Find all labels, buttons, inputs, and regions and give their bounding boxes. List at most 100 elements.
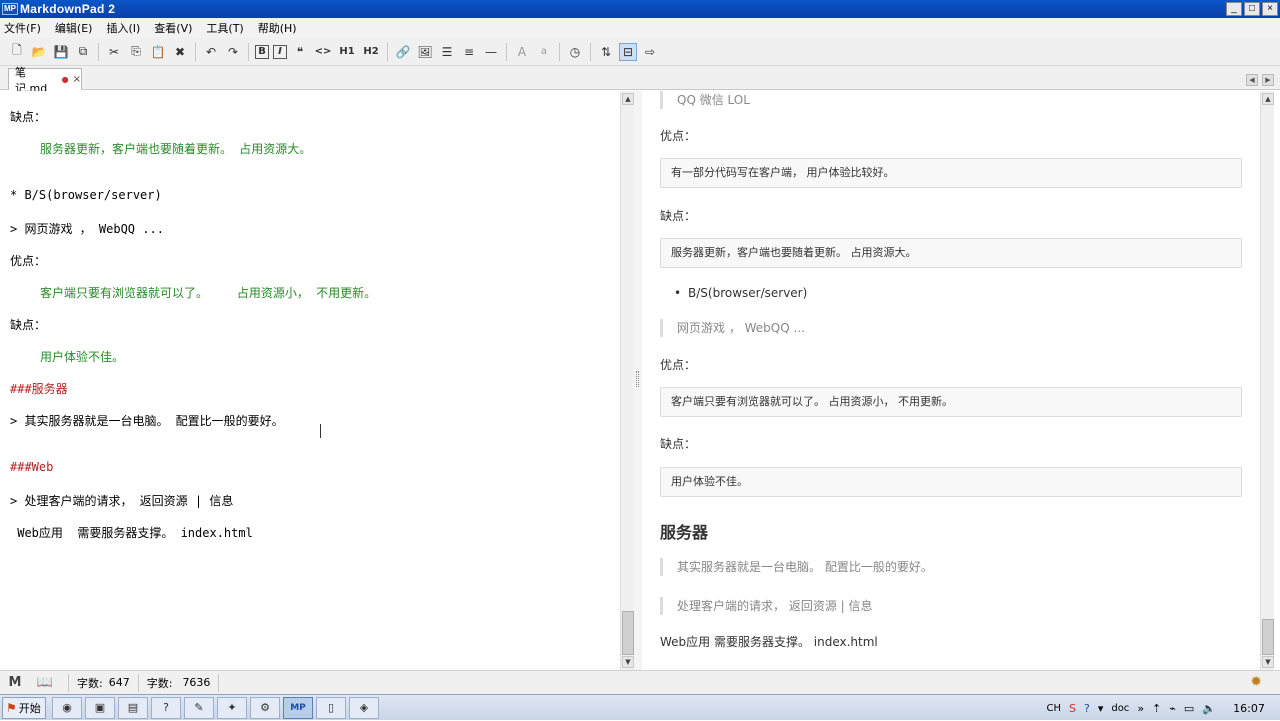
bold-button[interactable]: B [255, 44, 269, 59]
windows-flag-icon: ⚑ [6, 700, 17, 715]
word-count-label: 字数: [77, 676, 103, 690]
editor-scrollbar[interactable]: ▲ ▼ [620, 91, 634, 670]
link-icon[interactable]: 🔗 [394, 43, 412, 61]
taskbar-tool-icon[interactable]: ✦ [217, 696, 247, 719]
editor-line: > 其实服务器就是一台电脑。 配置比一般的要好。 [10, 414, 284, 428]
taskbar-notes-icon[interactable]: ✎ [184, 696, 214, 719]
horizontal-rule-icon[interactable]: — [482, 43, 500, 61]
pane-splitter[interactable] [634, 91, 642, 670]
copy-icon[interactable]: ⎘ [127, 43, 145, 61]
tray-menu-icon[interactable]: ▾ [1098, 702, 1104, 715]
bullet-list-icon[interactable]: ☰ [438, 43, 456, 61]
markdown-icon[interactable]: M [0, 675, 30, 690]
split-view-icon[interactable]: ⊟ [619, 42, 637, 61]
numbered-list-icon[interactable]: ≡ [460, 43, 478, 61]
code-button[interactable]: <> [313, 43, 333, 61]
tray-network-icon[interactable]: ⇡ [1152, 702, 1161, 715]
paste-icon[interactable]: 📋 [149, 43, 167, 61]
markdown-editor[interactable]: 缺点： 服务器更新，客户端也要随着更新。 占用资源大。 * B/S(browse… [0, 91, 620, 670]
menu-insert[interactable]: 插入(I) [106, 20, 140, 36]
delete-icon[interactable]: ✖ [171, 43, 189, 61]
toolbar-divider [195, 42, 196, 61]
arrows-icon[interactable]: ⇅ [597, 43, 615, 61]
tab-close-icon[interactable]: × [73, 74, 81, 85]
timestamp-icon[interactable]: ◷ [566, 43, 584, 61]
tab-prev-icon[interactable]: ◀ [1246, 74, 1258, 86]
scroll-up-icon[interactable]: ▲ [622, 93, 634, 105]
editor-line: 缺点： [10, 318, 47, 332]
scroll-down-icon[interactable]: ▼ [622, 656, 634, 668]
taskbar-help-icon[interactable]: ? [151, 696, 181, 719]
tray-help-icon[interactable]: ? [1084, 702, 1090, 715]
menu-edit[interactable]: 编辑(E) [55, 20, 93, 36]
scroll-thumb[interactable] [1262, 619, 1274, 655]
start-button[interactable]: ⚑ 开始 [2, 696, 46, 719]
tray-language[interactable]: CH [1046, 703, 1061, 714]
italic-button[interactable]: I [273, 44, 287, 59]
redo-icon[interactable]: ↷ [224, 43, 242, 61]
scroll-down-icon[interactable]: ▼ [1262, 656, 1274, 668]
word-count: 647 [108, 676, 130, 689]
preview-scrollbar[interactable]: ▲ ▼ [1260, 91, 1274, 670]
tray-display-icon[interactable]: ▭ [1184, 702, 1194, 715]
status-divider [218, 673, 220, 692]
taskbar-misc-icon[interactable]: ◈ [349, 696, 379, 719]
menu-tools[interactable]: 工具(T) [206, 20, 243, 36]
maximize-button[interactable]: □ [1244, 2, 1260, 16]
scroll-up-icon[interactable]: ▲ [1262, 93, 1274, 105]
image-icon[interactable]: 🖼 [416, 43, 434, 61]
editor-line: Web应用 需要服务器支撑。 index.html [10, 526, 253, 540]
tray-input-method-icon[interactable]: S [1069, 702, 1076, 715]
preview-text: 优点： [660, 129, 697, 143]
tray-usb-icon[interactable]: ⌁ [1169, 702, 1176, 715]
menu-view[interactable]: 查看(V) [154, 20, 192, 36]
toolbar-divider [590, 42, 591, 61]
tab-note-md[interactable]: 笔记.md ● × [8, 66, 82, 95]
title-bar: MP MarkdownPad 2 _ □ × [0, 0, 1280, 18]
editor-line: > 网页游戏 ， WebQQ ... [10, 222, 164, 236]
h2-button[interactable]: H2 [361, 43, 381, 61]
taskbar-chrome-icon[interactable]: ◉ [52, 696, 82, 719]
preview-code-block: 客户端只要有浏览器就可以了。 占用资源小， 不用更新。 [660, 387, 1242, 417]
preview-quote: QQ 微信 LOL [660, 91, 750, 109]
font-smaller-button[interactable]: a [535, 43, 553, 61]
font-bigger-button[interactable]: A [513, 43, 531, 61]
menu-bar: 文件(F) 编辑(E) 插入(I) 查看(V) 工具(T) 帮助(H) [0, 18, 1280, 38]
close-button[interactable]: × [1262, 2, 1278, 16]
editor-line: 服务器更新，客户端也要随着更新。 占用资源大。 [40, 142, 312, 156]
book-icon[interactable]: 📖 [30, 675, 60, 690]
tray-clock[interactable]: 16:07 [1224, 702, 1274, 715]
tray-expand-icon[interactable]: » [1137, 702, 1144, 715]
tray-doc[interactable]: doc [1111, 703, 1129, 714]
undo-icon[interactable]: ↶ [202, 43, 220, 61]
save-all-icon[interactable]: ⧉ [74, 43, 92, 61]
quote-button[interactable]: ❝ [291, 43, 309, 61]
new-file-icon[interactable]: 🗋 [8, 43, 26, 61]
preview-quote: 网页游戏 ， WebQQ ... [660, 319, 805, 337]
taskbar-settings-icon[interactable]: ⚙ [250, 696, 280, 719]
export-icon[interactable]: ⇨ [641, 43, 659, 61]
taskbar-document-icon[interactable]: ▯ [316, 696, 346, 719]
preview-code-block: 有一部分代码写在客户端， 用户体验比较好。 [660, 158, 1242, 188]
editor-line: 优点： [10, 254, 47, 268]
open-folder-icon[interactable]: 📂 [30, 43, 48, 61]
menu-help[interactable]: 帮助(H) [258, 20, 297, 36]
preview-quote: 处理客户端的请求， 返回资源 | 信息 [660, 597, 873, 615]
taskbar-markdownpad-icon[interactable]: MP [283, 696, 313, 719]
splitter-grip-icon[interactable] [636, 371, 639, 387]
minimize-button[interactable]: _ [1226, 2, 1242, 16]
settings-gear-icon[interactable]: ✹ [1250, 674, 1262, 690]
tray-volume-icon[interactable]: 🔈 [1202, 702, 1216, 715]
preview-heading: 服务器 [660, 523, 709, 542]
tab-next-icon[interactable]: ▶ [1262, 74, 1274, 86]
taskbar-app-icon[interactable]: ▣ [85, 696, 115, 719]
window-title: MarkdownPad 2 [20, 2, 116, 16]
scroll-thumb[interactable] [622, 611, 634, 655]
taskbar-folder-icon[interactable]: ▤ [118, 696, 148, 719]
menu-file[interactable]: 文件(F) [4, 20, 41, 36]
status-bar: M 📖 字数: 647 字数: 7636 ✹ [0, 670, 1280, 694]
preview-list-item: B/S(browser/server) [674, 286, 807, 300]
h1-button[interactable]: H1 [337, 43, 357, 61]
save-icon[interactable]: 💾 [52, 43, 70, 61]
cut-icon[interactable]: ✂ [105, 43, 123, 61]
